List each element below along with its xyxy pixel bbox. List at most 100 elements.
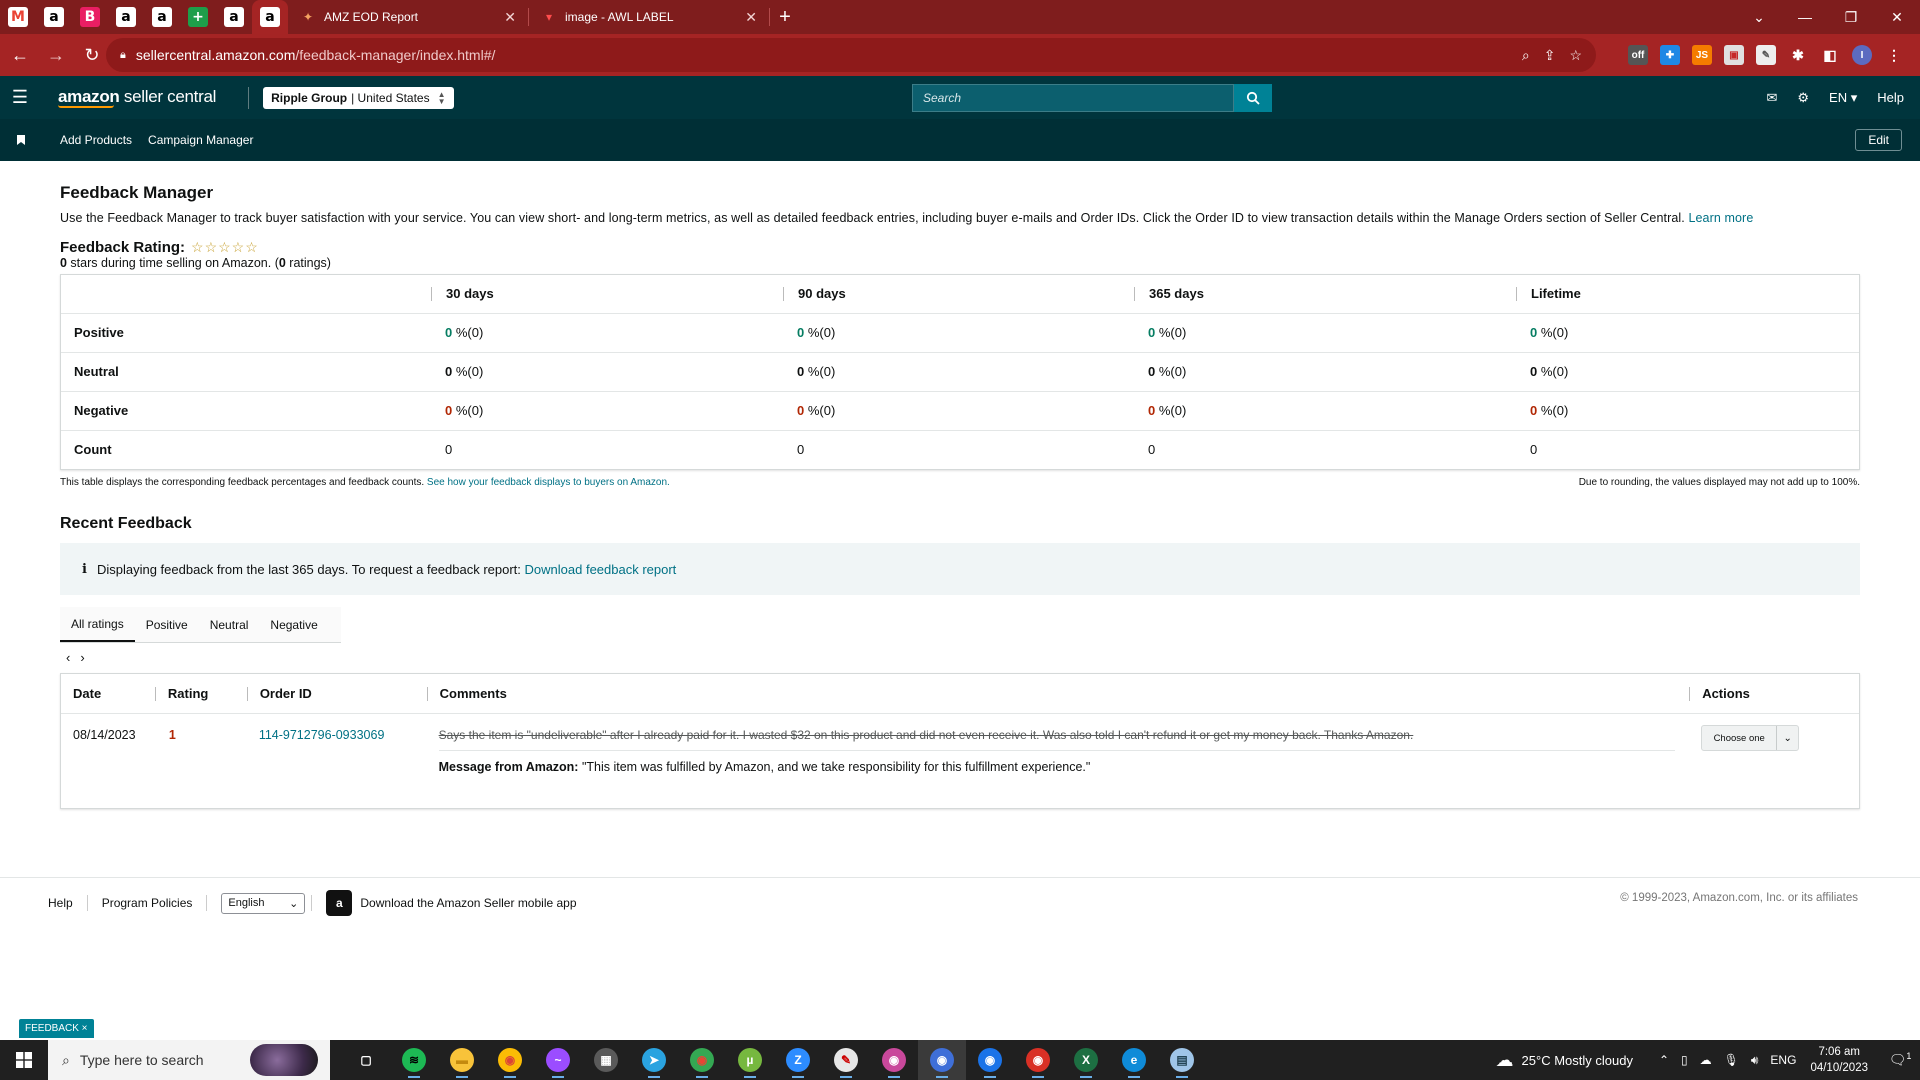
taskbar-app-spotify[interactable]: ≋	[390, 1040, 438, 1080]
tab-title: AMZ EOD Report	[324, 10, 419, 24]
taskbar-app-telegram[interactable]: ➤	[630, 1040, 678, 1080]
clock[interactable]: 7:06 am 04/10/2023	[1810, 1044, 1868, 1076]
browser-tab-amz-eod[interactable]: ✦ AMZ EOD Report ✕	[288, 0, 528, 34]
nav-link-campaign-manager[interactable]: Campaign Manager	[148, 133, 253, 147]
taskbar-app-chrome-c[interactable]: ◉	[870, 1040, 918, 1080]
chevron-right-icon[interactable]: ›	[80, 650, 84, 665]
taskbar-app-chrome[interactable]: ◉	[486, 1040, 534, 1080]
taskbar-app-excel[interactable]: X	[1062, 1040, 1110, 1080]
share-icon[interactable]: ⇪	[1544, 47, 1556, 64]
amazon-seller-app-icon[interactable]: a	[326, 890, 353, 916]
extension-edit-icon[interactable]: ✎	[1756, 45, 1776, 65]
microphone-icon[interactable]: 🎙︎	[1724, 1053, 1739, 1068]
weather-widget[interactable]: ☁ 25°C Mostly cloudy	[1496, 1050, 1633, 1071]
taskbar-search[interactable]: ⌕ Type here to search	[48, 1040, 330, 1080]
extension-puzzle-blue-icon[interactable]: ✚	[1660, 45, 1680, 65]
side-panel-icon[interactable]: ◧	[1820, 45, 1840, 65]
extensions-puzzle-icon[interactable]: ✱	[1788, 45, 1808, 65]
address-bar[interactable]: 🔒︎ sellercentral.amazon.com/feedback-man…	[106, 38, 1596, 72]
feedback-widget-button[interactable]: FEEDBACK ×	[19, 1019, 94, 1038]
choose-one-dropdown[interactable]: Choose one ⌄	[1701, 725, 1800, 751]
pinned-tab-sheets-plus[interactable]: +	[180, 0, 216, 34]
pinned-tab-gmail[interactable]: M	[0, 0, 36, 34]
taskbar-app-chrome-h[interactable]: ◉	[1014, 1040, 1062, 1080]
taskbar-app-chrome-s[interactable]: ◉	[966, 1040, 1014, 1080]
forward-button[interactable]: →	[40, 39, 72, 71]
settings-gear-icon[interactable]: ⚙	[1797, 90, 1809, 106]
extension-off-icon[interactable]: off	[1628, 45, 1648, 65]
bookmark-star-icon[interactable]: ☆	[1569, 47, 1582, 64]
footer-help-link[interactable]: Help	[48, 896, 73, 910]
browser-menu-icon[interactable]: ⋮	[1884, 45, 1904, 65]
taskbar-app-zoom[interactable]: Z	[774, 1040, 822, 1080]
amazon-icon: a	[224, 7, 244, 27]
feedback-display-link[interactable]: See how your feedback displays to buyers…	[427, 477, 670, 488]
pinned-tab-amazon[interactable]: a	[108, 0, 144, 34]
help-link[interactable]: Help	[1877, 90, 1904, 105]
download-feedback-report-link[interactable]: Download feedback report	[525, 562, 677, 577]
extension-image-icon[interactable]: ▣	[1724, 45, 1744, 65]
start-button[interactable]	[0, 1052, 48, 1068]
tab-neutral[interactable]: Neutral	[199, 607, 260, 642]
taskbar-app-chrome-i[interactable]: ◉	[918, 1040, 966, 1080]
new-tab-button[interactable]: +	[770, 0, 800, 34]
taskbar-app-paint[interactable]: ✎	[822, 1040, 870, 1080]
taskbar-app-messenger[interactable]: ~	[534, 1040, 582, 1080]
reload-button[interactable]: ↻	[76, 39, 108, 71]
close-tab-icon[interactable]: ✕	[745, 9, 757, 26]
pinned-tab-amazon[interactable]: a	[36, 0, 72, 34]
taskbar-app-calculator[interactable]: ▦	[582, 1040, 630, 1080]
search-button[interactable]	[1234, 84, 1272, 112]
taskbar-app-notepad[interactable]: ▤	[1158, 1040, 1206, 1080]
pinned-tab-b-app[interactable]: B	[72, 0, 108, 34]
mail-icon[interactable]: ✉	[1766, 90, 1777, 106]
order-id-link[interactable]: 114-9712796-0933069	[247, 728, 427, 808]
chrome-h-icon: ◉	[1026, 1048, 1050, 1072]
device-icon[interactable]: ▯	[1681, 1053, 1688, 1068]
pinned-tab-amazon[interactable]: a	[216, 0, 252, 34]
rating-summary: 0 stars during time selling on Amazon. (…	[60, 256, 1860, 270]
extension-js-icon[interactable]: JS	[1692, 45, 1712, 65]
restore-button[interactable]: ❐	[1828, 9, 1874, 26]
footer-program-policies-link[interactable]: Program Policies	[102, 896, 193, 910]
close-tab-icon[interactable]: ✕	[504, 9, 516, 26]
taskbar-app-utorrent[interactable]: µ	[726, 1040, 774, 1080]
hamburger-menu-icon[interactable]: ☰	[0, 76, 40, 119]
close-window-button[interactable]: ✕	[1874, 9, 1920, 26]
tab-positive[interactable]: Positive	[135, 607, 199, 642]
language-selector[interactable]: EN ▾	[1829, 90, 1857, 106]
extensions-area: off ✚ JS ▣ ✎ ✱ ◧ I ⋮	[1628, 34, 1904, 76]
input-language[interactable]: ENG	[1770, 1053, 1796, 1068]
tab-all-ratings[interactable]: All ratings	[60, 607, 135, 642]
minimize-button[interactable]: —	[1782, 9, 1828, 25]
onedrive-icon[interactable]: ☁	[1700, 1053, 1712, 1068]
back-button[interactable]: ←	[4, 39, 36, 71]
bookmark-icon[interactable]	[0, 135, 42, 145]
chevron-up-icon[interactable]: ⌃	[1659, 1053, 1669, 1068]
amazon-icon: a	[116, 7, 136, 27]
footer-language-select[interactable]: English ⌄	[221, 892, 306, 914]
pinned-tab-amazon[interactable]: a	[144, 0, 180, 34]
edit-bookmarks-button[interactable]: Edit	[1855, 129, 1902, 151]
pinned-tab-amazon[interactable]: a	[252, 0, 288, 34]
account-switcher[interactable]: Ripple Group | United States ▲ ▼	[263, 86, 454, 109]
chevron-left-icon[interactable]: ‹	[66, 650, 70, 665]
profile-avatar[interactable]: I	[1852, 45, 1872, 65]
volume-icon[interactable]: 🔊︎	[1751, 1053, 1759, 1068]
browser-tab-awl-label[interactable]: ▾ image - AWL LABEL ✕	[529, 0, 769, 34]
download-app-link[interactable]: Download the Amazon Seller mobile app	[360, 896, 576, 910]
nav-link-add-products[interactable]: Add Products	[60, 133, 132, 147]
seller-central-logo[interactable]: amazon seller central	[58, 87, 216, 108]
taskbar-app-file-explorer[interactable]: ▬	[438, 1040, 486, 1080]
metrics-count: %(0)	[1537, 364, 1569, 379]
tab-negative[interactable]: Negative	[259, 607, 328, 642]
lock-icon[interactable]: 🔒︎	[120, 49, 126, 62]
taskbar-app-task-view[interactable]: ▢	[342, 1040, 390, 1080]
zoom-icon[interactable]: ⌕	[1522, 47, 1530, 64]
notification-center-icon[interactable]: 🗨︎1	[1880, 1051, 1920, 1069]
taskbar-app-chrome-profile[interactable]: ◉	[678, 1040, 726, 1080]
learn-more-link[interactable]: Learn more	[1688, 211, 1753, 225]
search-input[interactable]: Search	[912, 84, 1234, 112]
taskbar-app-edge[interactable]: e	[1110, 1040, 1158, 1080]
tab-search-icon[interactable]: ⌄	[1736, 9, 1782, 26]
